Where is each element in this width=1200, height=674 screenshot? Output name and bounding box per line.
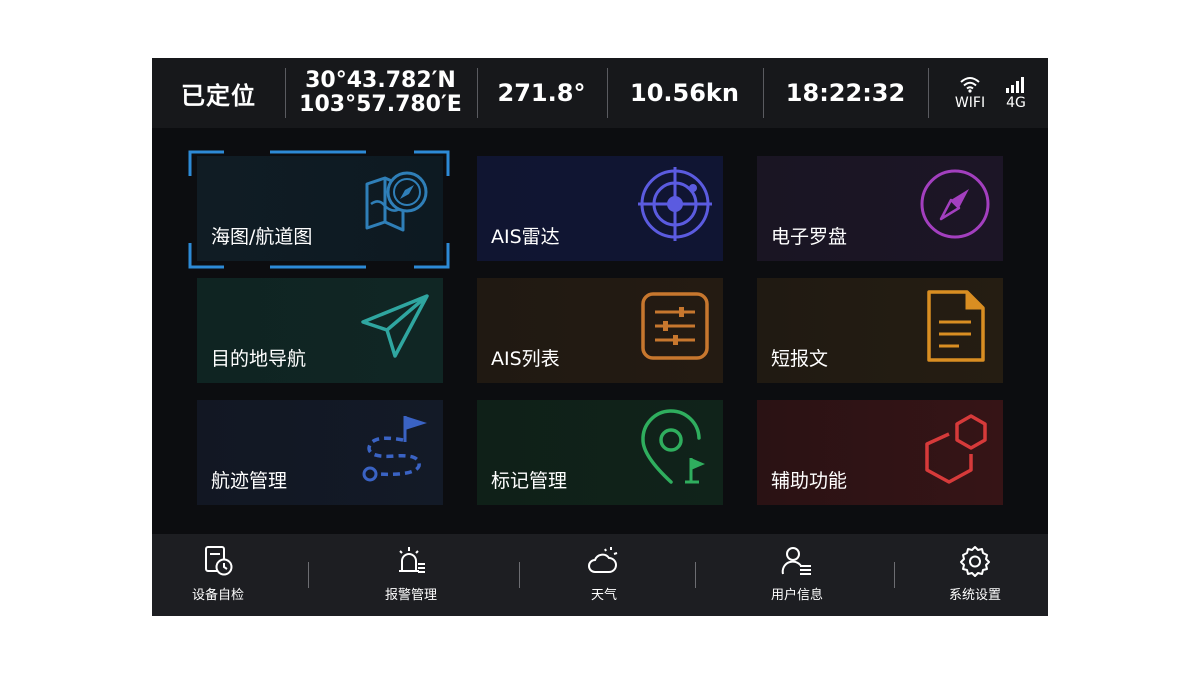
heading-readout: 271.8° — [497, 79, 586, 107]
device-screen: 已定位 30°43.782′N 103°57.780′E 271.8° 10.5… — [152, 58, 1048, 616]
chart-map-icon — [365, 171, 428, 232]
tile-label: AIS列表 — [491, 348, 560, 370]
status-divider — [928, 68, 929, 118]
nav-alarm-management[interactable]: 报警管理 — [351, 544, 471, 610]
tile-auxiliary-functions[interactable]: 辅助功能 — [757, 400, 1003, 505]
nav-system-settings[interactable]: 系统设置 — [915, 544, 1035, 610]
nav-label: 报警管理 — [384, 588, 437, 603]
tile-marker-management[interactable]: 标记管理 — [477, 400, 723, 505]
nav-user-info[interactable]: 用户信息 — [737, 544, 857, 610]
radar-icon — [638, 167, 712, 241]
wifi-label: WIFI — [954, 95, 986, 111]
nav-divider — [695, 562, 696, 588]
wifi-icon — [960, 77, 980, 93]
tile-label: AIS雷达 — [491, 226, 560, 248]
hexagon-tools-icon — [925, 414, 987, 484]
coordinates-readout: 30°43.782′N 103°57.780′E — [285, 58, 476, 128]
wifi-status: WIFI — [948, 58, 992, 128]
tile-ais-list[interactable]: AIS列表 — [477, 278, 723, 383]
nav-divider — [894, 562, 895, 588]
tile-ais-radar[interactable]: AIS雷达 — [477, 156, 723, 261]
nav-label: 天气 — [590, 588, 617, 603]
tile-destination-navigation[interactable]: 目的地导航 — [197, 278, 443, 383]
sliders-list-icon — [641, 292, 709, 360]
nav-weather[interactable]: 天气 — [544, 544, 664, 610]
document-icon — [927, 290, 985, 362]
tile-label: 目的地导航 — [211, 348, 307, 370]
longitude: 103°57.780′E — [299, 92, 462, 117]
status-bar: 已定位 30°43.782′N 103°57.780′E 271.8° 10.5… — [152, 58, 1048, 128]
gps-status: 已定位 — [181, 81, 256, 110]
latitude: 30°43.782′N — [305, 68, 456, 93]
nav-label: 用户信息 — [770, 588, 823, 603]
tile-label: 短报文 — [771, 348, 829, 370]
cellular-status: 4G — [998, 58, 1034, 128]
nav-divider — [519, 562, 520, 588]
tile-electronic-compass[interactable]: 电子罗盘 — [757, 156, 1003, 261]
bottom-nav-bar: 设备自检 报警管理 天气 用户信息 系统设置 — [152, 534, 1048, 616]
speed-readout: 10.56kn — [630, 79, 739, 107]
nav-divider — [308, 562, 309, 588]
compass-icon — [920, 169, 990, 239]
tile-label: 标记管理 — [491, 470, 568, 492]
tile-label: 海图/航道图 — [211, 226, 313, 248]
alarm-icon — [399, 547, 425, 573]
tile-label: 辅助功能 — [771, 470, 848, 492]
tile-label: 电子罗盘 — [771, 226, 848, 248]
track-route-icon — [362, 416, 427, 482]
network-label: 4G — [1006, 95, 1026, 111]
clock: 18:22:32 — [785, 79, 906, 107]
settings-gear-icon — [960, 546, 990, 577]
weather-icon — [588, 547, 618, 573]
nav-label: 设备自检 — [191, 588, 244, 603]
map-pin-flag-icon — [641, 409, 705, 484]
tile-label: 航迹管理 — [211, 470, 288, 492]
tile-nautical-chart[interactable]: 海图/航道图 — [197, 156, 443, 261]
signal-bars-icon — [1006, 77, 1024, 93]
device-check-icon — [205, 546, 233, 576]
nav-device-self-check[interactable]: 设备自检 — [158, 544, 278, 610]
tile-track-management[interactable]: 航迹管理 — [197, 400, 443, 505]
user-info-icon — [781, 547, 811, 575]
tile-short-message[interactable]: 短报文 — [757, 278, 1003, 383]
paper-plane-icon — [361, 294, 429, 358]
nav-label: 系统设置 — [948, 588, 1001, 603]
